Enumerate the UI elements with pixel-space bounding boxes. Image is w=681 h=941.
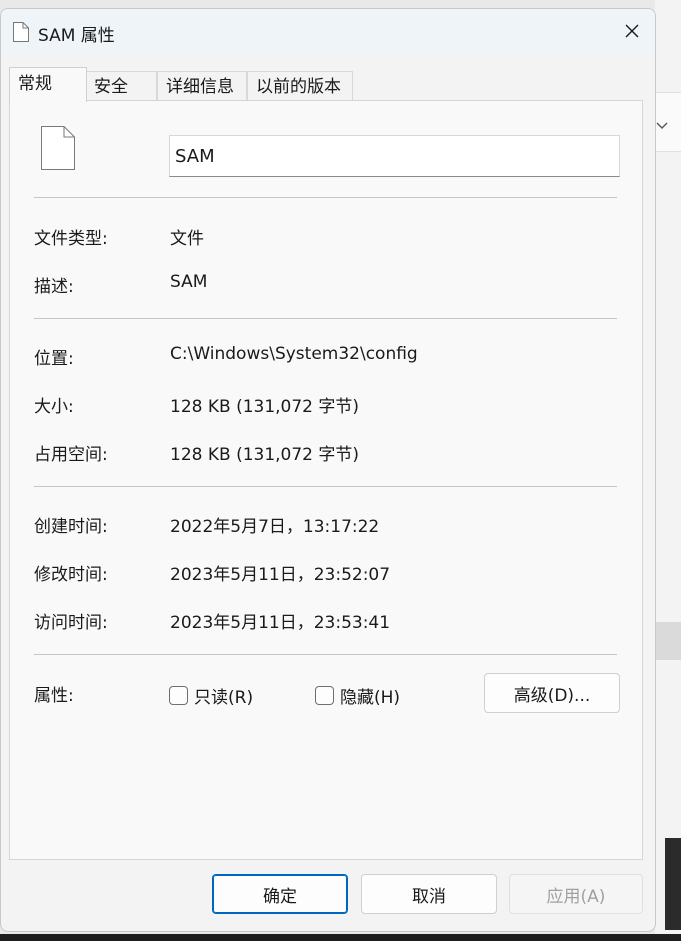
description-value: SAM [170, 272, 208, 292]
separator [34, 197, 617, 198]
ok-button[interactable]: 确定 [212, 874, 348, 914]
apply-button[interactable]: 应用(A) [509, 874, 643, 914]
file-icon [12, 21, 30, 47]
background-band [655, 622, 681, 660]
location-value: C:\Windows\System32\config [170, 344, 418, 364]
hidden-checkbox[interactable]: 隐藏(H) [315, 683, 400, 708]
checkbox-box[interactable] [169, 686, 188, 705]
close-button[interactable] [609, 9, 655, 53]
window-title: SAM 属性 [38, 26, 115, 46]
separator [34, 654, 617, 655]
cancel-button[interactable]: 取消 [361, 874, 497, 914]
modified-value: 2023年5月11日，23:52:07 [170, 565, 391, 585]
readonly-checkbox[interactable]: 只读(R) [169, 683, 253, 708]
readonly-label: 只读(R) [194, 688, 254, 708]
created-value: 2022年5月7日，13:17:22 [170, 517, 380, 537]
created-label: 创建时间: [34, 517, 108, 537]
close-icon [625, 24, 639, 38]
attributes-label: 属性: [34, 686, 74, 706]
file-type-label: 文件类型: [34, 229, 108, 249]
tab-details[interactable]: 详细信息 [157, 71, 247, 101]
accessed-label: 访问时间: [34, 613, 108, 633]
title-bar: SAM 属性 [1, 9, 655, 53]
hidden-label: 隐藏(H) [340, 688, 401, 708]
general-panel [9, 100, 643, 860]
file-name-input[interactable] [169, 135, 620, 177]
size-on-disk-label: 占用空间: [34, 445, 108, 465]
size-on-disk-value: 128 KB (131,072 字节) [170, 445, 360, 465]
tab-security[interactable]: 安全 [85, 71, 157, 101]
file-icon [40, 125, 76, 175]
accessed-value: 2023年5月11日，23:53:41 [170, 613, 391, 633]
description-label: 描述: [34, 277, 74, 297]
size-label: 大小: [34, 397, 74, 417]
taskbar-edge [0, 934, 681, 941]
size-value: 128 KB (131,072 字节) [170, 397, 360, 417]
chevron-down-icon [656, 122, 668, 129]
tab-general[interactable]: 常规 [9, 67, 87, 102]
properties-dialog: SAM 属性 常规 安全 详细信息 以前的版本 文件类型: 文件 描述: SAM… [0, 8, 656, 932]
background-thumbnail [665, 838, 681, 930]
location-label: 位置: [34, 349, 74, 369]
separator [34, 318, 617, 319]
tab-previous-versions[interactable]: 以前的版本 [247, 71, 353, 101]
file-type-value: 文件 [170, 229, 204, 249]
separator [34, 486, 617, 487]
modified-label: 修改时间: [34, 565, 108, 585]
advanced-button[interactable]: 高级(D)... [484, 673, 620, 713]
background-window [655, 0, 681, 941]
checkbox-box[interactable] [315, 686, 334, 705]
